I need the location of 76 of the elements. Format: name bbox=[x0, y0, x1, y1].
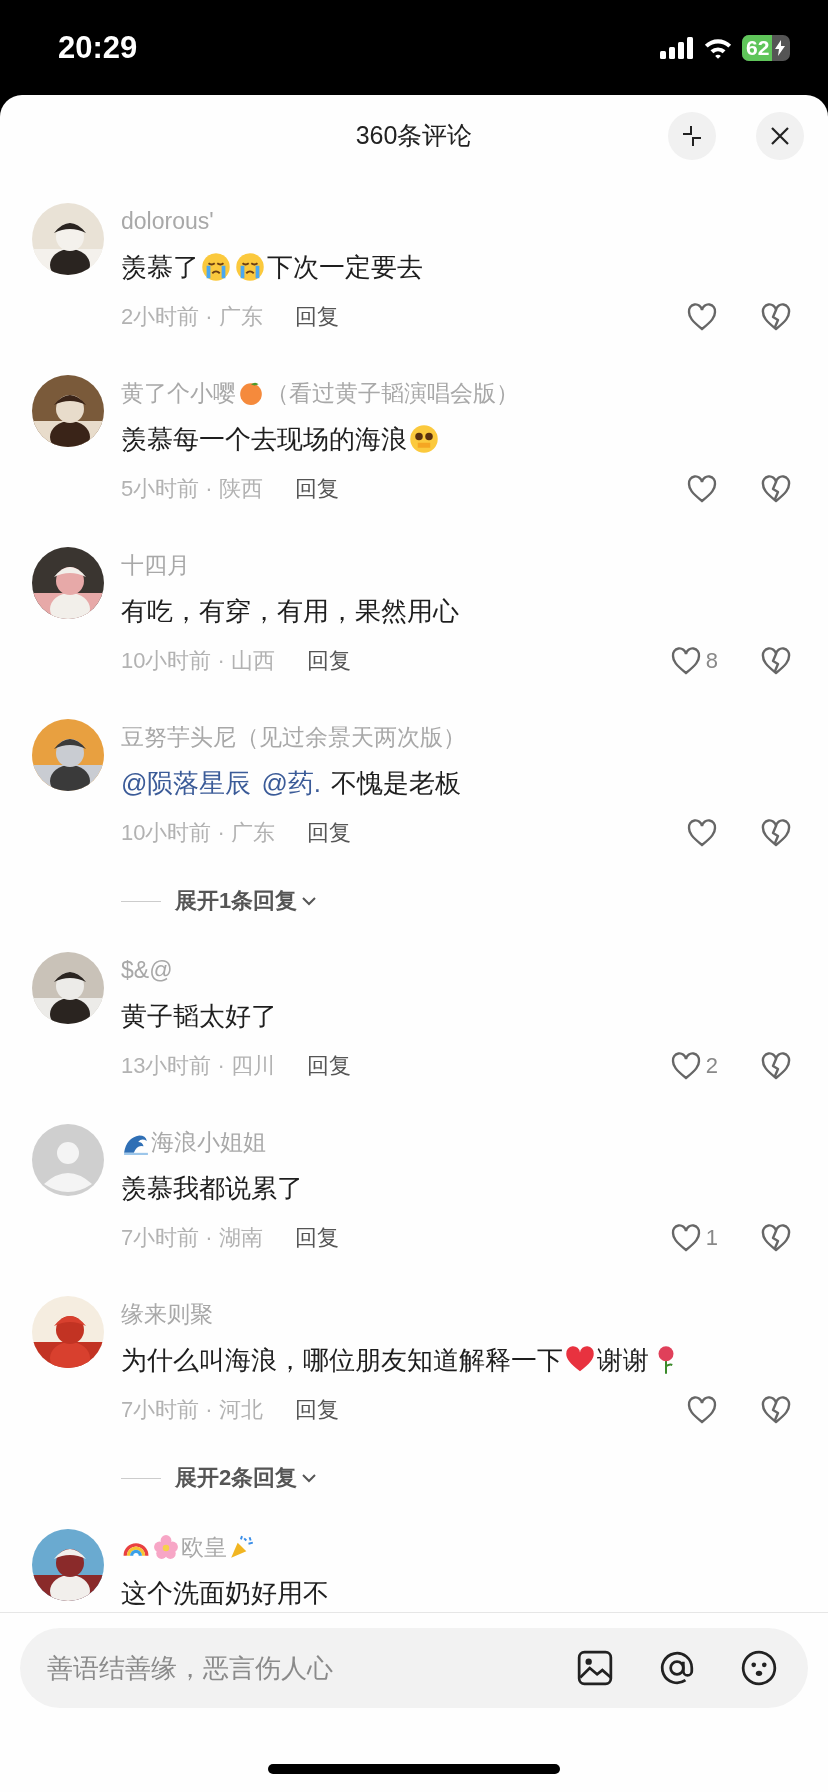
like-heart-icon[interactable] bbox=[686, 302, 718, 332]
reply-link[interactable]: 回复 bbox=[307, 1051, 352, 1081]
expand-replies-link[interactable]: 展开1条回复 bbox=[175, 886, 298, 916]
comment-text: 黄子韬太好了 bbox=[121, 1001, 277, 1031]
peach-icon bbox=[238, 380, 264, 406]
like-heart-icon[interactable] bbox=[686, 474, 718, 504]
reply-link[interactable]: 回复 bbox=[294, 1223, 339, 1253]
comment-text: 羡慕我都说累了 bbox=[121, 1173, 303, 1203]
collapse-button[interactable] bbox=[668, 112, 716, 160]
like-count: 1 bbox=[705, 1225, 718, 1251]
comment-time-location: 7小时前 · 河北 bbox=[121, 1396, 263, 1424]
comment-time-location: 13小时前 · 四川 bbox=[121, 1052, 276, 1080]
comment-text: 羡慕每一个去现场的海浪 bbox=[121, 424, 407, 454]
username: $&@ bbox=[121, 956, 173, 984]
comment-text: 不愧是老板 bbox=[331, 768, 462, 798]
comment-text: 为什么叫海浪，哪位朋友知道解释一下 bbox=[121, 1345, 563, 1375]
crying-face-icon bbox=[201, 252, 231, 282]
expand-replies-link[interactable]: 展开2条回复 bbox=[175, 1463, 298, 1493]
broken-heart-icon[interactable] bbox=[760, 302, 792, 332]
crying-face-icon bbox=[235, 252, 265, 282]
comment-text: 有吃，有穿，有用，果然用心 bbox=[121, 596, 459, 626]
battery-percent: 62 bbox=[746, 35, 770, 60]
reply-link[interactable]: 回复 bbox=[294, 1395, 339, 1425]
comment-text: 谢谢 bbox=[597, 1345, 649, 1375]
default-avatar-icon bbox=[32, 1124, 104, 1196]
comment-input-field[interactable]: 善语结善缘，恶言伤人心 bbox=[45, 1651, 532, 1685]
like-heart-icon[interactable] bbox=[686, 1395, 718, 1425]
username: 缘来则聚 bbox=[121, 1299, 213, 1329]
broken-heart-icon[interactable] bbox=[760, 1223, 792, 1253]
username: （看过黄子韬演唱会版） bbox=[266, 378, 519, 408]
reply-link[interactable]: 回复 bbox=[294, 302, 339, 332]
like-heart-icon[interactable] bbox=[669, 1051, 702, 1081]
username: 豆努芋头尼（见过余景天两次版） bbox=[121, 722, 466, 752]
mention-link[interactable]: @陨落星辰 bbox=[121, 768, 252, 798]
username: 十四月 bbox=[121, 550, 190, 580]
broken-heart-icon[interactable] bbox=[760, 1051, 792, 1081]
chevron-down-icon bbox=[301, 896, 318, 906]
like-count: 8 bbox=[705, 648, 718, 674]
like-heart-icon[interactable] bbox=[669, 1223, 702, 1253]
comments-title: 360条评论 bbox=[355, 119, 473, 151]
comment-time-location: 5小时前 · 陕西 bbox=[121, 475, 263, 503]
like-count: 2 bbox=[705, 1053, 718, 1079]
at-sign-icon[interactable] bbox=[658, 1649, 696, 1687]
comment-input-bar[interactable]: 善语结善缘，恶言伤人心 bbox=[20, 1628, 808, 1708]
comment-time-location: 2小时前 · 广东 bbox=[121, 303, 263, 331]
like-heart-icon[interactable] bbox=[669, 646, 702, 676]
wifi-icon bbox=[703, 36, 733, 59]
username: 黄了个小嘤 bbox=[121, 378, 236, 408]
like-heart-icon[interactable] bbox=[686, 818, 718, 848]
comment-text: 这个洗面奶好用不 bbox=[121, 1578, 329, 1608]
mention-link[interactable]: @药. bbox=[261, 768, 322, 798]
comment-text: 下次一定要去 bbox=[267, 252, 423, 282]
signal-icon bbox=[660, 36, 694, 59]
broken-heart-icon[interactable] bbox=[760, 818, 792, 848]
reply-link[interactable]: 回复 bbox=[307, 646, 352, 676]
pleading-face-icon bbox=[409, 424, 439, 454]
broken-heart-icon[interactable] bbox=[760, 646, 792, 676]
reply-link[interactable]: 回复 bbox=[294, 474, 339, 504]
username: dolorous' bbox=[121, 207, 214, 235]
username: 海浪小姐姐 bbox=[151, 1127, 266, 1157]
username: 欧皇 bbox=[181, 1532, 227, 1562]
comment-time-location: 7小时前 · 湖南 bbox=[121, 1224, 263, 1252]
comment-text: 羡慕了 bbox=[121, 252, 199, 282]
party-popper-icon bbox=[229, 1534, 255, 1560]
close-button[interactable] bbox=[756, 112, 804, 160]
emoji-face-icon[interactable] bbox=[740, 1649, 778, 1687]
chevron-down-icon bbox=[301, 1473, 318, 1483]
blossom-icon bbox=[153, 1534, 179, 1560]
broken-heart-icon[interactable] bbox=[760, 474, 792, 504]
collapse-icon bbox=[680, 124, 704, 148]
image-icon[interactable] bbox=[576, 1649, 614, 1687]
comment-time-location: 10小时前 · 山西 bbox=[121, 647, 276, 675]
reply-link[interactable]: 回复 bbox=[307, 818, 352, 848]
comment-time-location: 10小时前 · 广东 bbox=[121, 819, 276, 847]
broken-heart-icon[interactable] bbox=[760, 1395, 792, 1425]
status-time: 20:29 bbox=[58, 29, 138, 66]
